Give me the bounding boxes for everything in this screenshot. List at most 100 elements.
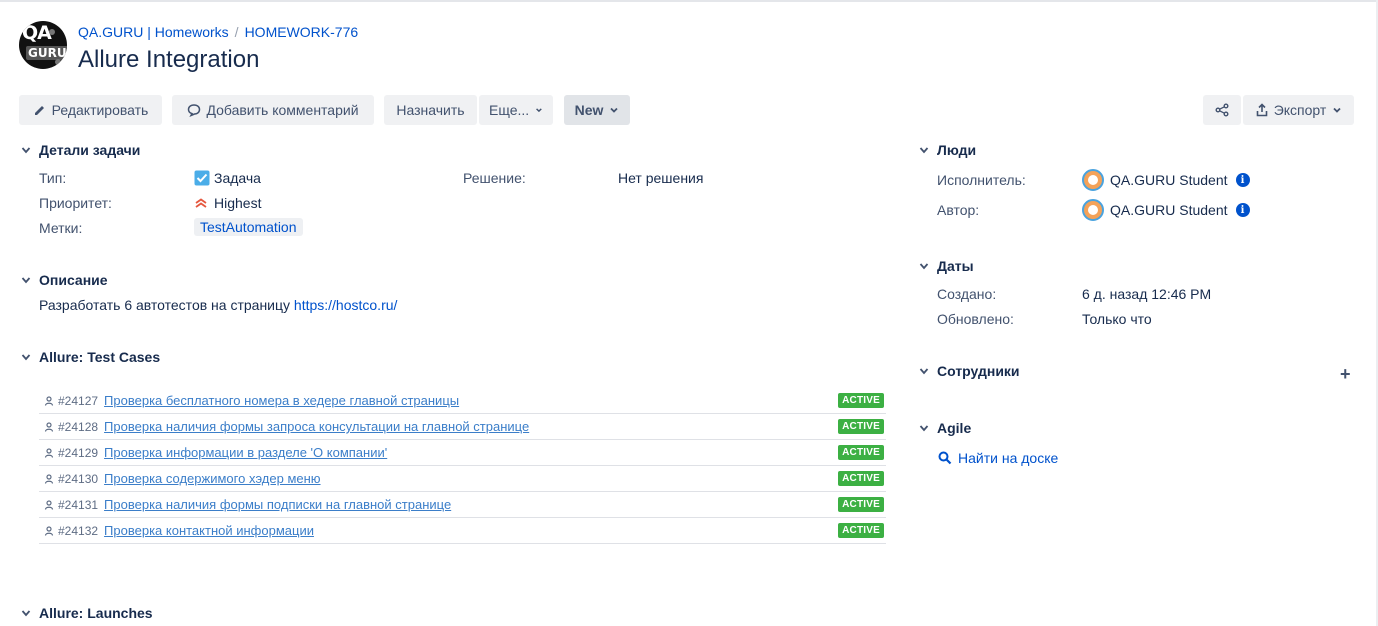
test-case-id: #24127 <box>58 393 99 408</box>
assign-label: Назначить <box>396 102 465 118</box>
people-heading: Люди <box>937 142 977 158</box>
more-label: Еще... <box>489 102 530 118</box>
page-title: Allure Integration <box>78 46 260 73</box>
status-badge: ACTIVE <box>838 497 884 512</box>
info-icon[interactable]: i <box>1235 203 1250 217</box>
logo-dot <box>49 29 55 35</box>
status-badge: ACTIVE <box>838 419 884 434</box>
test-cases-heading: Allure: Test Cases <box>39 349 161 365</box>
test-case-id: #24131 <box>58 497 99 512</box>
reporter-name[interactable]: QA.GURU Student <box>1110 202 1228 218</box>
edit-button[interactable]: Редактировать <box>19 95 162 125</box>
description-link[interactable]: https://hostco.ru/ <box>294 297 398 313</box>
type-value-text: Задача <box>214 170 261 186</box>
chevron-down-icon <box>919 425 929 432</box>
add-icon[interactable]: + <box>1340 364 1351 385</box>
share-icon <box>1215 103 1229 117</box>
user-icon <box>44 525 54 536</box>
user-icon <box>44 447 54 458</box>
export-button[interactable]: Экспорт <box>1243 95 1354 125</box>
test-case-id: #24130 <box>58 471 99 486</box>
resolution-label: Решение: <box>463 170 526 186</box>
logo-text-guru: GURU <box>26 46 67 60</box>
test-case-id: #24132 <box>58 523 99 538</box>
description-heading: Описание <box>39 272 108 288</box>
share-button[interactable] <box>1203 95 1241 125</box>
pencil-icon <box>34 106 44 115</box>
status-label: New <box>574 102 604 118</box>
test-case-link[interactable]: Проверка бесплатного номера в хедере гла… <box>104 393 459 408</box>
agile-toggle[interactable]: Agile <box>919 420 971 436</box>
chevron-down-icon <box>919 147 929 154</box>
add-comment-button[interactable]: Добавить комментарий <box>172 95 374 125</box>
priority-value-text: Highest <box>214 195 262 211</box>
assign-button[interactable]: Назначить <box>384 95 477 125</box>
description-text: Разработать 6 автотестов на страницу htt… <box>39 297 397 313</box>
breadcrumb: QA.GURU | Homeworks / HOMEWORK-776 <box>78 24 358 40</box>
details-toggle[interactable]: Детали задачи <box>21 142 140 158</box>
status-badge: ACTIVE <box>838 471 884 486</box>
export-icon <box>1256 103 1267 117</box>
user-icon <box>44 421 54 432</box>
status-button[interactable]: New <box>564 95 630 125</box>
test-case-id: #24129 <box>58 445 99 460</box>
test-cases-toggle[interactable]: Allure: Test Cases <box>21 349 160 365</box>
comment-icon <box>188 104 201 117</box>
dates-toggle[interactable]: Даты <box>919 258 974 274</box>
chevron-down-icon <box>610 107 619 113</box>
launches-toggle[interactable]: Allure: Launches <box>21 605 153 621</box>
status-badge: ACTIVE <box>838 393 884 408</box>
status-badge: ACTIVE <box>838 523 884 538</box>
assignee-name[interactable]: QA.GURU Student <box>1110 172 1228 188</box>
status-badge: ACTIVE <box>838 445 884 460</box>
breadcrumb-project[interactable]: QA.GURU | Homeworks <box>78 24 229 40</box>
assignee-value: QA.GURU Student i <box>1082 169 1250 191</box>
user-icon <box>44 395 54 406</box>
avatar[interactable] <box>1082 169 1104 191</box>
test-case-link[interactable]: Проверка информации в разделе 'О компани… <box>104 445 387 460</box>
search-icon <box>938 451 952 465</box>
reporter-label: Автор: <box>937 202 980 218</box>
people-toggle[interactable]: Люди <box>919 142 976 158</box>
find-on-board-link[interactable]: Найти на доске <box>938 450 1058 466</box>
type-value: Задача <box>194 170 261 186</box>
label-tag[interactable]: TestAutomation <box>194 218 303 236</box>
test-case-link[interactable]: Проверка наличия формы подписки на главн… <box>104 497 451 512</box>
priority-highest-icon <box>195 198 207 208</box>
user-icon <box>44 499 54 510</box>
updated-label: Обновлено: <box>937 311 1014 327</box>
assignee-label: Исполнитель: <box>937 172 1026 188</box>
breadcrumb-separator: / <box>234 24 239 40</box>
created-label: Создано: <box>937 286 997 302</box>
chevron-down-icon <box>919 263 929 270</box>
test-case-link[interactable]: Проверка контактной информации <box>104 523 314 538</box>
chevron-down-icon <box>919 368 929 375</box>
avatar[interactable] <box>1082 199 1104 221</box>
description-toggle[interactable]: Описание <box>21 272 108 288</box>
dates-heading: Даты <box>937 258 974 274</box>
staff-toggle[interactable]: Сотрудники <box>919 363 1020 379</box>
test-case-row: #24127 Проверка бесплатного номера в хед… <box>39 388 886 414</box>
more-button[interactable]: Еще... <box>479 95 553 125</box>
export-label: Экспорт <box>1273 102 1327 118</box>
staff-heading: Сотрудники <box>937 363 1020 379</box>
breadcrumb-issue-key[interactable]: HOMEWORK-776 <box>245 24 359 40</box>
test-case-row: #24132 Проверка контактной информации AC… <box>39 518 886 544</box>
test-case-row: #24128 Проверка наличия формы запроса ко… <box>39 414 886 440</box>
reporter-value: QA.GURU Student i <box>1082 199 1250 221</box>
priority-value: Highest <box>194 195 261 211</box>
test-case-link[interactable]: Проверка наличия формы запроса консульта… <box>104 419 529 434</box>
avatar-face <box>1088 205 1098 215</box>
edit-button-label: Редактировать <box>51 102 149 118</box>
description-body: Разработать 6 автотестов на страницу <box>39 297 294 313</box>
agile-heading: Agile <box>937 420 972 436</box>
find-on-board-label: Найти на доске <box>958 450 1059 466</box>
project-logo[interactable]: QA GURU <box>19 21 67 69</box>
user-icon <box>44 473 54 484</box>
info-icon[interactable]: i <box>1235 173 1250 187</box>
test-case-link[interactable]: Проверка содержимого хэдер меню <box>104 471 321 486</box>
chevron-down-icon <box>21 277 31 284</box>
priority-label: Приоритет: <box>39 195 112 211</box>
test-case-row: #24130 Проверка содержимого хэдер меню A… <box>39 466 886 492</box>
chevron-down-icon <box>21 354 31 361</box>
